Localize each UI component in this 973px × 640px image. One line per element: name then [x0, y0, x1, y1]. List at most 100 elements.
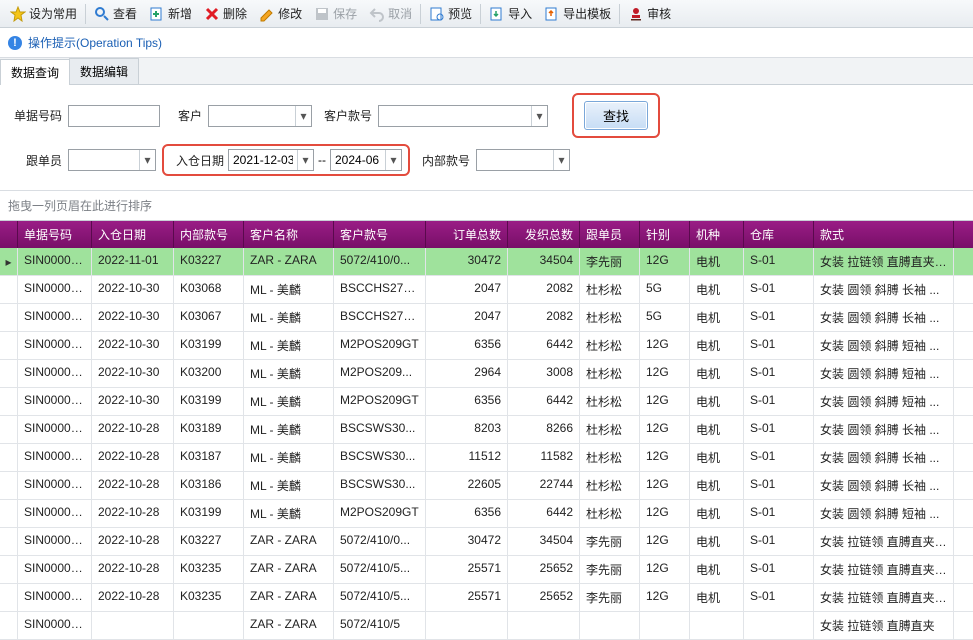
col-indate[interactable]: 入仓日期: [92, 221, 174, 248]
add-button[interactable]: 新增: [143, 3, 198, 24]
chevron-down-icon[interactable]: ▾: [385, 150, 401, 170]
indate-from-input[interactable]: [229, 150, 297, 170]
table-row[interactable]: SIN00006...2022-10-28K03187ML - 美麟BSCSWS…: [0, 444, 973, 472]
chevron-down-icon[interactable]: ▾: [553, 150, 569, 170]
cell: ML - 美麟: [244, 472, 334, 499]
preview-button[interactable]: 预览: [423, 3, 478, 24]
cell: ZAR - ZARA: [244, 528, 334, 555]
row-indicator: [0, 276, 18, 303]
chevron-down-icon[interactable]: ▾: [297, 150, 313, 170]
cell: 2022-11-01: [92, 248, 174, 275]
row-indicator: [0, 388, 18, 415]
cell: 3008: [508, 360, 580, 387]
col-doc-no[interactable]: 单据号码: [18, 221, 92, 248]
view-button[interactable]: 查看: [88, 3, 143, 24]
table-row[interactable]: ▸SIN00006...2022-11-01K03227ZAR - ZARA50…: [0, 248, 973, 276]
cell: S-01: [744, 304, 814, 331]
cell: 女装 拉链领 直膊直夹 ...: [814, 248, 954, 275]
edit-label: 修改: [278, 5, 302, 22]
cell: 李先丽: [580, 528, 640, 555]
cell: 6442: [508, 500, 580, 527]
indate-to-input[interactable]: [331, 150, 385, 170]
cell: 2022-10-28: [92, 444, 174, 471]
chevron-down-icon[interactable]: ▾: [139, 150, 155, 170]
chevron-down-icon[interactable]: ▾: [295, 106, 311, 126]
follower-input[interactable]: [69, 150, 139, 170]
customer-dropdown[interactable]: ▾: [208, 105, 312, 127]
table-row[interactable]: SIN00006...2022-10-30K03200ML - 美麟M2POS2…: [0, 360, 973, 388]
group-by-hint[interactable]: 拖曳一列页眉在此进行排序: [0, 191, 973, 220]
cell: K03199: [174, 500, 244, 527]
doc-no-input[interactable]: [68, 105, 160, 127]
cell: S-01: [744, 388, 814, 415]
cell: 2082: [508, 304, 580, 331]
table-row[interactable]: SIN00006...2022-10-30K03067ML - 美麟BSCCHS…: [0, 304, 973, 332]
cell: 25571: [426, 556, 508, 583]
indate-to-picker[interactable]: ▾: [330, 149, 402, 171]
cell: [426, 612, 508, 639]
row-indicator: ▸: [0, 248, 18, 275]
tab-data-query[interactable]: 数据查询: [0, 59, 70, 85]
col-style[interactable]: 款式: [814, 221, 954, 248]
cell: 5G: [640, 276, 690, 303]
tabs-bar: 数据查询 数据编辑: [0, 58, 973, 85]
table-row[interactable]: SIN00006...2022-10-28K03235ZAR - ZARA507…: [0, 556, 973, 584]
cell: SIN00006...: [18, 304, 92, 331]
doc-no-label: 单据号码: [6, 107, 62, 124]
delete-button[interactable]: 删除: [198, 3, 253, 24]
cell: 杜杉松: [580, 444, 640, 471]
col-customer-name[interactable]: 客户名称: [244, 221, 334, 248]
cell: M2POS209GT: [334, 500, 426, 527]
table-row[interactable]: SIN00006...2022-10-30K03199ML - 美麟M2POS2…: [0, 388, 973, 416]
internal-style-dropdown[interactable]: ▾: [476, 149, 570, 171]
table-row[interactable]: SIN00006...2022-10-28K03199ML - 美麟M2POS2…: [0, 500, 973, 528]
col-gauge[interactable]: 针别: [640, 221, 690, 248]
col-machine[interactable]: 机种: [690, 221, 744, 248]
cell: S-01: [744, 584, 814, 611]
follower-dropdown[interactable]: ▾: [68, 149, 156, 171]
col-follower[interactable]: 跟单员: [580, 221, 640, 248]
search-button[interactable]: 查找: [584, 101, 648, 130]
col-knit-total[interactable]: 发织总数: [508, 221, 580, 248]
cell: 女装 圆领 斜膊 长袖 ...: [814, 472, 954, 499]
cell: BSCSWS30...: [334, 444, 426, 471]
audit-button[interactable]: 审核: [622, 3, 677, 24]
cell: S-01: [744, 276, 814, 303]
table-row[interactable]: SIN00006...2022-10-28K03235ZAR - ZARA507…: [0, 584, 973, 612]
cell: 6356: [426, 332, 508, 359]
table-row[interactable]: SIN00006...ZAR - ZARA5072/410/5女装 拉链领 直膊…: [0, 612, 973, 640]
operation-tips-bar[interactable]: ! 操作提示(Operation Tips): [0, 28, 973, 58]
fav-button[interactable]: 设为常用: [4, 3, 83, 24]
col-warehouse[interactable]: 仓库: [744, 221, 814, 248]
data-grid: 单据号码 入仓日期 内部款号 客户名称 客户款号 订单总数 发织总数 跟单员 针…: [0, 220, 973, 640]
cancel-label: 取消: [388, 5, 412, 22]
import-button[interactable]: 导入: [483, 3, 538, 24]
cell: 2082: [508, 276, 580, 303]
table-row[interactable]: SIN00006...2022-10-30K03068ML - 美麟BSCCHS…: [0, 276, 973, 304]
main-toolbar: 设为常用 查看 新增 删除 修改 保存 取消 预览 导入 导出模板 审核: [0, 0, 973, 28]
col-internal-style[interactable]: 内部款号: [174, 221, 244, 248]
col-order-total[interactable]: 订单总数: [426, 221, 508, 248]
cell: 2047: [426, 276, 508, 303]
edit-button[interactable]: 修改: [253, 3, 308, 24]
indate-from-picker[interactable]: ▾: [228, 149, 314, 171]
cell: 22605: [426, 472, 508, 499]
table-row[interactable]: SIN00006...2022-10-30K03199ML - 美麟M2POS2…: [0, 332, 973, 360]
customer-style-dropdown[interactable]: ▾: [378, 105, 548, 127]
table-row[interactable]: SIN00006...2022-10-28K03189ML - 美麟BSCSWS…: [0, 416, 973, 444]
col-customer-style[interactable]: 客户款号: [334, 221, 426, 248]
customer-dropdown-input[interactable]: [209, 106, 295, 126]
cell: 25652: [508, 584, 580, 611]
customer-style-input[interactable]: [379, 106, 531, 126]
cell: 电机: [690, 556, 744, 583]
cell: SIN00006...: [18, 472, 92, 499]
export-template-button[interactable]: 导出模板: [538, 3, 617, 24]
tab-data-edit[interactable]: 数据编辑: [69, 58, 139, 84]
cell: 女装 圆领 斜膊 长袖 ...: [814, 276, 954, 303]
internal-style-input[interactable]: [477, 150, 553, 170]
chevron-down-icon[interactable]: ▾: [531, 106, 547, 126]
cell: 2022-10-28: [92, 556, 174, 583]
cell: ML - 美麟: [244, 332, 334, 359]
table-row[interactable]: SIN00006...2022-10-28K03186ML - 美麟BSCSWS…: [0, 472, 973, 500]
table-row[interactable]: SIN00006...2022-10-28K03227ZAR - ZARA507…: [0, 528, 973, 556]
